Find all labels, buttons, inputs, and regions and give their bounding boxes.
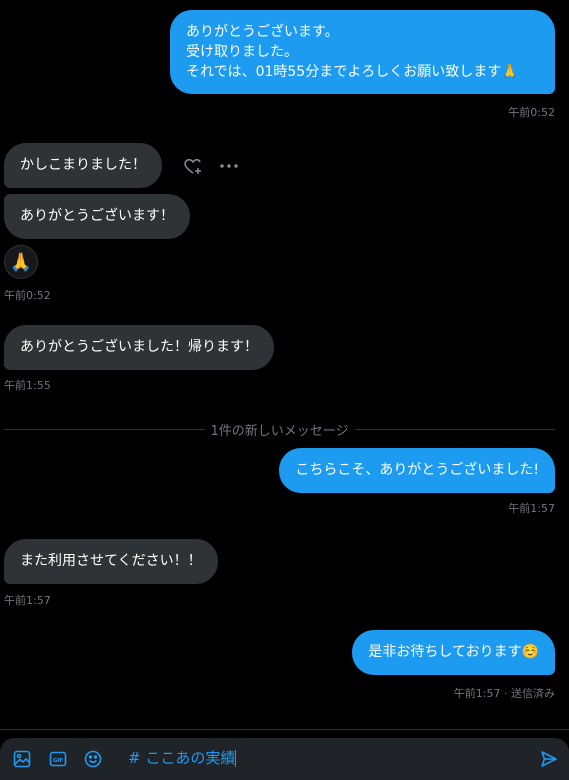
svg-text:GIF: GIF [53, 758, 64, 764]
send-icon[interactable] [539, 749, 559, 769]
message-timestamp: 午前1:57 [508, 502, 555, 515]
message-line: ありがとうございます。 [186, 24, 339, 40]
message-line: それでは、01時55分までよろしくお願い致します🙏 [186, 64, 519, 80]
sent-message-bubble[interactable]: こちらこそ、ありがとうございました! [279, 448, 555, 493]
message-text: また利用させてください！！ [20, 553, 202, 569]
received-message-bubble[interactable]: また利用させてください！！ [4, 539, 218, 584]
message-timestamp: 午前0:52 [508, 106, 555, 119]
text-caret [235, 750, 237, 767]
message-timestamp: 午前1:55 [4, 379, 51, 392]
sent-message-bubble[interactable]: 是非お待ちしております☺️ [352, 630, 555, 675]
heart-plus-icon[interactable] [183, 156, 203, 176]
received-message-bubble[interactable]: ありがとうございます！ [4, 194, 190, 239]
conversation-view: ありがとうございます。 受け取りました。 それでは、01時55分までよろしくお願… [0, 0, 569, 729]
divider-label: 1件の新しいメッセージ [210, 423, 349, 439]
divider-rule [354, 428, 556, 430]
sent-message-bubble[interactable]: ありがとうございます。 受け取りました。 それでは、01時55分までよろしくお願… [170, 10, 555, 94]
message-timestamp: 午前1:57 [4, 594, 51, 607]
message-text: 是非お待ちしております☺️ [368, 644, 539, 660]
new-messages-divider: 1件の新しいメッセージ [4, 420, 556, 439]
message-actions [183, 156, 239, 176]
composer-bar: GIF # ここあの実績 [0, 738, 569, 780]
message-text: こちらこそ、ありがとうございました! [295, 462, 539, 478]
message-text: かしこまりました！ [20, 157, 146, 173]
message-text: ありがとうございました！帰ります！ [20, 339, 258, 355]
message-input-text: # ここあの実績 [128, 749, 236, 767]
message-text: ありがとうございます！ [20, 208, 174, 224]
pray-emoji: 🙏 [9, 251, 33, 273]
divider-rule [4, 428, 205, 430]
received-message-bubble[interactable]: ありがとうございました！帰ります！ [4, 325, 274, 370]
message-composer: GIF # ここあの実績 [0, 729, 569, 780]
message-line: 受け取りました。 [186, 44, 298, 60]
message-input[interactable]: # ここあの実績 [120, 743, 536, 773]
more-horizontal-icon[interactable] [219, 156, 239, 176]
received-message-bubble[interactable]: かしこまりました！ [4, 143, 162, 188]
reaction-emoji[interactable]: 🙏 [4, 245, 38, 279]
emoji-icon[interactable] [83, 749, 103, 769]
image-icon[interactable] [12, 749, 32, 769]
message-timestamp: 午前0:52 [4, 289, 51, 302]
gif-icon[interactable]: GIF [48, 749, 68, 769]
message-timestamp: 午前1:57 · 送信済み [453, 687, 555, 700]
